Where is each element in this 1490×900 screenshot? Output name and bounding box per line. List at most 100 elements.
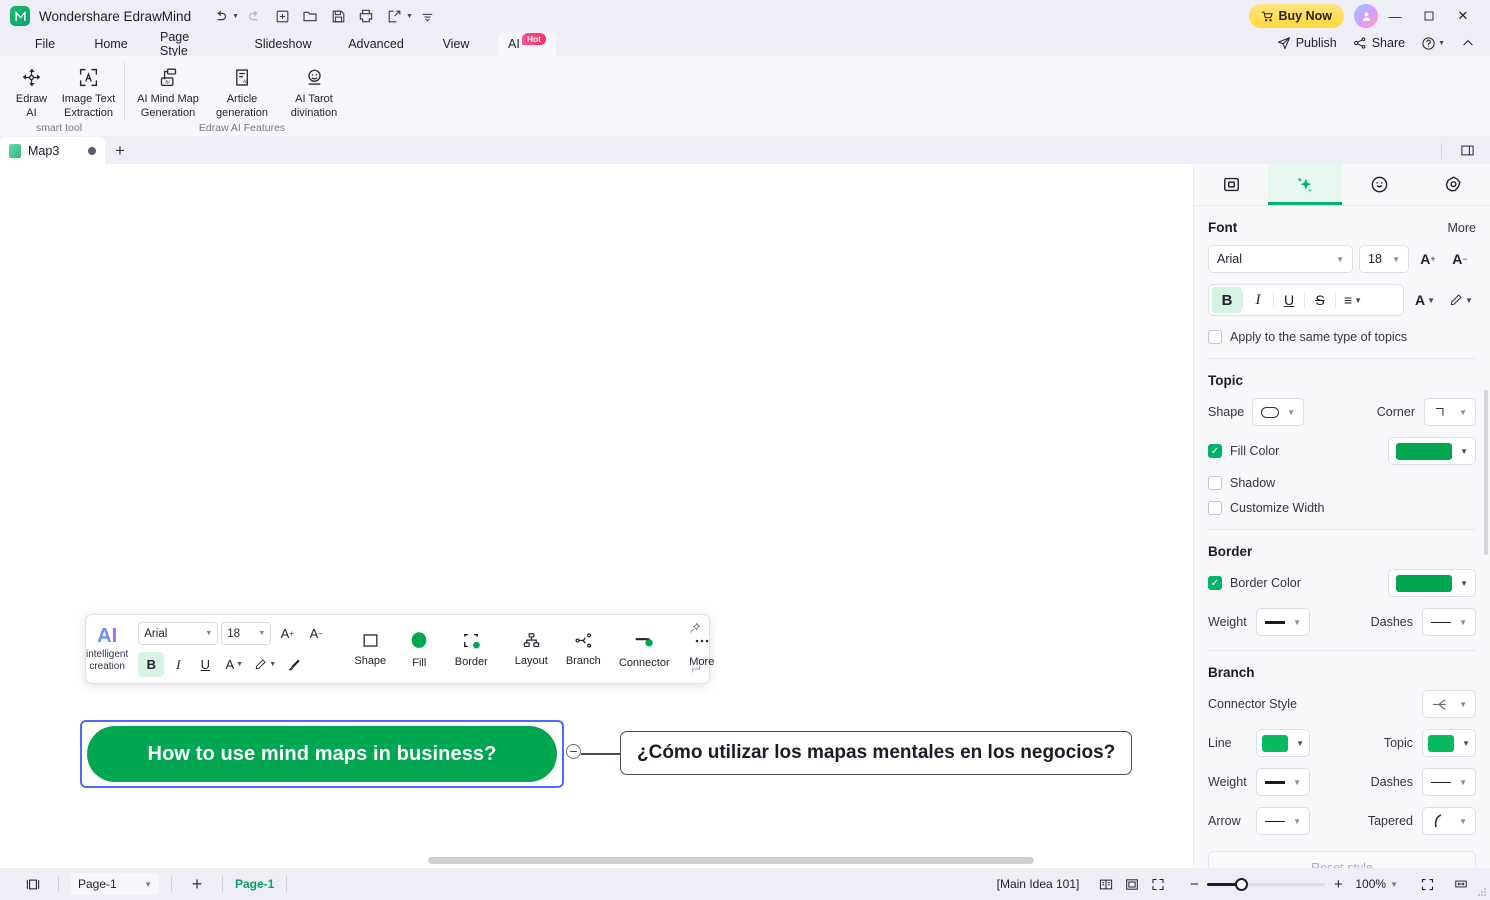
presentation-button[interactable]: [1414, 872, 1440, 896]
export-caret-icon[interactable]: ▼: [406, 13, 413, 20]
panel-align-button[interactable]: ≡ ▼: [1336, 287, 1370, 313]
side-tab-page[interactable]: [1194, 164, 1268, 205]
customize-qat-button[interactable]: [415, 4, 441, 28]
side-tab-style[interactable]: [1268, 164, 1342, 205]
collapse-branch-button[interactable]: [566, 744, 581, 759]
panel-font-size-select[interactable]: 18 ▼: [1359, 245, 1409, 273]
side-tab-emoji[interactable]: [1342, 164, 1416, 205]
side-panel-scrollbar[interactable]: [1484, 390, 1488, 555]
underline-button[interactable]: U: [192, 652, 218, 677]
menu-advanced[interactable]: Advanced: [340, 33, 412, 55]
pin-toolbar-button[interactable]: [689, 622, 701, 637]
panel-strikethrough-button[interactable]: S: [1305, 287, 1335, 313]
branch-weight-select[interactable]: ▼: [1256, 768, 1310, 796]
text-color-button[interactable]: A ▼: [219, 652, 249, 677]
page-selector[interactable]: Page-1 ▼: [71, 873, 159, 895]
full-screen-button[interactable]: [1145, 872, 1171, 896]
resize-handle[interactable]: [691, 664, 701, 677]
connector-button[interactable]: Connector: [611, 621, 677, 677]
avatar[interactable]: [1354, 4, 1378, 28]
bold-button[interactable]: B: [138, 652, 165, 677]
canvas-horizontal-scrollbar[interactable]: [0, 854, 1193, 866]
article-generation-button[interactable]: Ai Article generation: [205, 60, 279, 120]
menu-home[interactable]: Home: [86, 33, 136, 55]
panel-increase-font-button[interactable]: A +: [1415, 246, 1441, 272]
save-button[interactable]: [325, 4, 351, 28]
toggle-sidebar-button[interactable]: [20, 872, 46, 896]
new-map-button[interactable]: [269, 4, 295, 28]
mindmap-canvas[interactable]: How to use mind maps in business? ¿Cómo …: [0, 164, 1193, 868]
maximize-button[interactable]: [1412, 4, 1446, 28]
add-page-button[interactable]: +: [184, 872, 210, 896]
toggle-right-panel-button[interactable]: [1454, 139, 1480, 163]
help-caret-icon[interactable]: ▼: [1438, 40, 1445, 47]
open-file-button[interactable]: [297, 4, 323, 28]
side-tab-settings[interactable]: [1416, 164, 1490, 205]
border-dashes-select[interactable]: ▼: [1422, 608, 1476, 636]
shadow-checkbox[interactable]: [1208, 476, 1222, 490]
outline-view-button[interactable]: [1093, 872, 1119, 896]
shape-button[interactable]: Shape: [347, 621, 393, 677]
redo-button[interactable]: [241, 4, 267, 28]
root-topic-node[interactable]: How to use mind maps in business?: [80, 720, 564, 788]
ai-tarot-divination-button[interactable]: AI Tarot divination: [279, 60, 349, 120]
customize-width-row[interactable]: Customize Width: [1208, 501, 1476, 515]
buy-now-button[interactable]: Buy Now: [1248, 4, 1344, 28]
topic-corner-select[interactable]: ▼: [1424, 398, 1476, 426]
menu-file[interactable]: File: [22, 33, 68, 55]
ai-mind-map-generation-button[interactable]: Ai AI Mind Map Generation: [131, 60, 205, 120]
branch-button[interactable]: Branch: [558, 621, 608, 677]
layout-button[interactable]: Layout: [507, 621, 555, 677]
fit-width-button[interactable]: [1448, 872, 1474, 896]
fill-button[interactable]: Fill: [396, 621, 442, 677]
format-painter-button[interactable]: [281, 652, 307, 677]
panel-bold-button[interactable]: B: [1212, 287, 1242, 313]
unsaved-indicator[interactable]: [88, 146, 96, 155]
branch-line-color-select[interactable]: ▼: [1256, 729, 1310, 757]
panel-decrease-font-button[interactable]: A −: [1447, 246, 1473, 272]
share-button[interactable]: Share: [1346, 32, 1412, 54]
current-page-label[interactable]: Page-1: [235, 877, 274, 891]
image-text-extraction-button[interactable]: Image Text Extraction: [60, 60, 117, 120]
increase-font-size-button[interactable]: A +: [274, 621, 300, 646]
document-tab-map3[interactable]: Map3: [0, 137, 105, 164]
connector-style-select[interactable]: ▼: [1422, 690, 1476, 718]
branch-arrow-select[interactable]: ▼: [1256, 807, 1310, 835]
topic-shape-select[interactable]: ▼: [1252, 398, 1304, 426]
canvas-scrollbar-thumb[interactable]: [428, 857, 1034, 864]
root-topic-shape[interactable]: How to use mind maps in business?: [87, 726, 557, 782]
ai-intelligent-creation-button[interactable]: AI intelligent creation: [86, 615, 128, 683]
window-resize-grip[interactable]: [1477, 887, 1487, 897]
zoom-slider-knob[interactable]: [1235, 877, 1249, 891]
border-button[interactable]: Border: [445, 621, 497, 677]
panel-text-color-button[interactable]: A ▼: [1410, 287, 1440, 313]
border-weight-select[interactable]: ▼: [1256, 608, 1310, 636]
panel-underline-button[interactable]: U: [1274, 287, 1304, 313]
help-button[interactable]: ▼: [1414, 32, 1452, 54]
panel-italic-button[interactable]: I: [1243, 287, 1273, 313]
zoom-slider[interactable]: [1207, 877, 1326, 891]
menu-ai[interactable]: AI Hot: [498, 32, 556, 56]
new-document-tab-button[interactable]: +: [105, 137, 135, 164]
undo-button[interactable]: [207, 4, 233, 28]
customize-width-checkbox[interactable]: [1208, 501, 1222, 515]
minimize-button[interactable]: —: [1378, 4, 1412, 28]
zoom-in-button[interactable]: +: [1325, 872, 1351, 896]
panel-font-family-select[interactable]: Arial ▼: [1208, 245, 1353, 273]
fill-color-checkbox[interactable]: ✓: [1208, 444, 1222, 458]
undo-caret-icon[interactable]: ▼: [232, 13, 239, 20]
branch-tapered-select[interactable]: ▼: [1422, 807, 1476, 835]
export-button[interactable]: [381, 4, 407, 28]
apply-same-type-row[interactable]: Apply to the same type of topics: [1208, 330, 1476, 344]
menu-view[interactable]: View: [434, 33, 478, 55]
fit-page-button[interactable]: [1119, 872, 1145, 896]
close-button[interactable]: ✕: [1446, 4, 1480, 28]
italic-button[interactable]: I: [165, 652, 191, 677]
zoom-out-button[interactable]: −: [1181, 872, 1207, 896]
child-topic-node[interactable]: ¿Cómo utilizar los mapas mentales en los…: [620, 731, 1133, 775]
border-color-swatch-select[interactable]: ▼: [1388, 569, 1476, 597]
branch-dashes-select[interactable]: ▼: [1422, 768, 1476, 796]
publish-button[interactable]: Publish: [1270, 32, 1344, 54]
edraw-ai-button[interactable]: Edraw AI: [3, 60, 60, 120]
panel-highlight-button[interactable]: ▼: [1446, 287, 1476, 313]
